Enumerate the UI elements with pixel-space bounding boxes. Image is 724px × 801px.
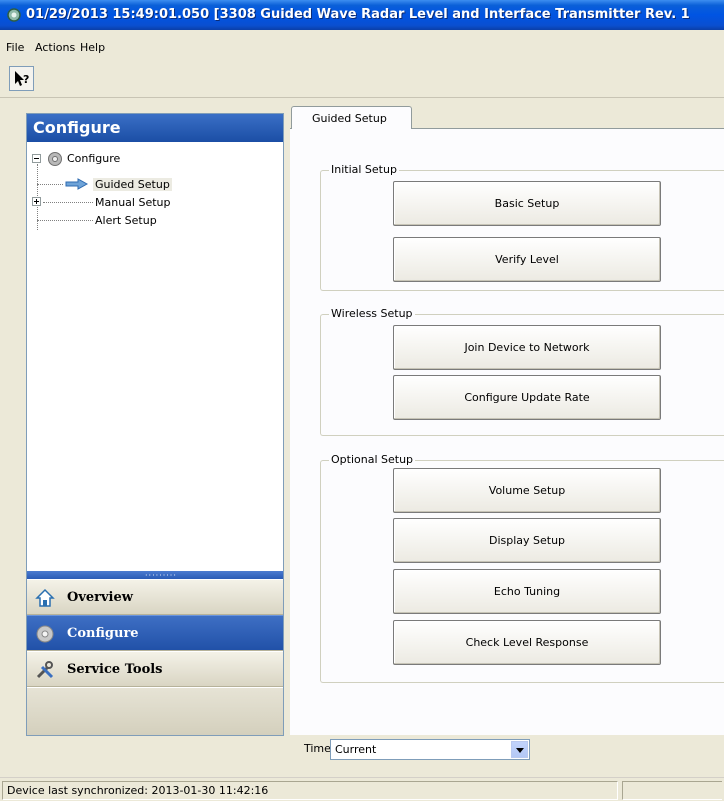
gear-icon xyxy=(48,152,62,166)
navigation-panel: Configure Configure Guided Setup Manual … xyxy=(26,113,284,736)
panel-splitter[interactable]: ········· xyxy=(27,571,283,580)
arrow-right-icon xyxy=(65,178,89,190)
status-text: Device last synchronized: 2013-01-30 11:… xyxy=(7,784,269,797)
title-bar[interactable]: 01/29/2013 15:49:01.050 [3308 Guided Wav… xyxy=(0,0,724,30)
gear-icon xyxy=(36,625,54,643)
nav-configure-label: Configure xyxy=(67,626,139,641)
panel-header: Configure xyxy=(27,114,283,142)
tree-collapse-toggle[interactable] xyxy=(32,154,41,163)
nav-empty-area xyxy=(27,688,283,735)
tab-guided-setup[interactable]: Guided Setup xyxy=(291,106,412,129)
status-pane-sync: Device last synchronized: 2013-01-30 11:… xyxy=(2,781,618,800)
menu-help[interactable]: Help xyxy=(80,41,105,54)
menu-file[interactable]: File xyxy=(6,41,24,54)
tree-connector xyxy=(37,220,93,221)
tree-connector xyxy=(37,184,63,185)
whats-this-help-icon: ? xyxy=(15,71,29,86)
configure-update-rate-button[interactable]: Configure Update Rate xyxy=(393,375,661,420)
panel-header-title: Configure xyxy=(33,118,121,137)
nav-overview-button[interactable]: Overview xyxy=(27,579,283,615)
time-dropdown-value: Current xyxy=(335,743,377,756)
initial-setup-legend: Initial Setup xyxy=(329,163,399,176)
menu-bar: File Actions Help xyxy=(0,38,724,58)
tree-expand-toggle[interactable] xyxy=(32,197,41,206)
window-title: 01/29/2013 15:49:01.050 [3308 Guided Wav… xyxy=(26,7,690,22)
whats-this-help-button[interactable]: ? xyxy=(9,66,34,91)
status-bar: Device last synchronized: 2013-01-30 11:… xyxy=(0,777,724,801)
toolbar-separator xyxy=(0,97,724,98)
menu-actions[interactable]: Actions xyxy=(35,41,75,54)
nav-configure-button[interactable]: Configure xyxy=(27,615,283,651)
basic-setup-button[interactable]: Basic Setup xyxy=(393,181,661,226)
time-dropdown[interactable]: Current xyxy=(330,739,530,760)
check-level-response-button[interactable]: Check Level Response xyxy=(393,620,661,665)
tools-icon xyxy=(36,661,54,679)
optional-setup-legend: Optional Setup xyxy=(329,453,416,466)
echo-tuning-button[interactable]: Echo Tuning xyxy=(393,569,661,614)
join-device-to-network-button[interactable]: Join Device to Network xyxy=(393,325,661,370)
nav-service-tools-button[interactable]: Service Tools xyxy=(27,651,283,687)
nav-service-tools-label: Service Tools xyxy=(67,662,163,677)
wireless-setup-legend: Wireless Setup xyxy=(329,307,415,320)
chevron-down-icon[interactable] xyxy=(511,741,528,758)
verify-level-button[interactable]: Verify Level xyxy=(393,237,661,282)
nav-overview-label: Overview xyxy=(67,590,133,605)
svg-text:?: ? xyxy=(23,73,29,86)
configure-tree: Configure Guided Setup Manual Setup Aler… xyxy=(27,142,283,578)
display-setup-button[interactable]: Display Setup xyxy=(393,518,661,563)
tree-connector xyxy=(43,202,93,203)
volume-setup-button[interactable]: Volume Setup xyxy=(393,468,661,513)
app-gear-icon xyxy=(7,8,21,22)
status-pane-empty xyxy=(622,781,722,800)
home-icon xyxy=(35,588,55,607)
